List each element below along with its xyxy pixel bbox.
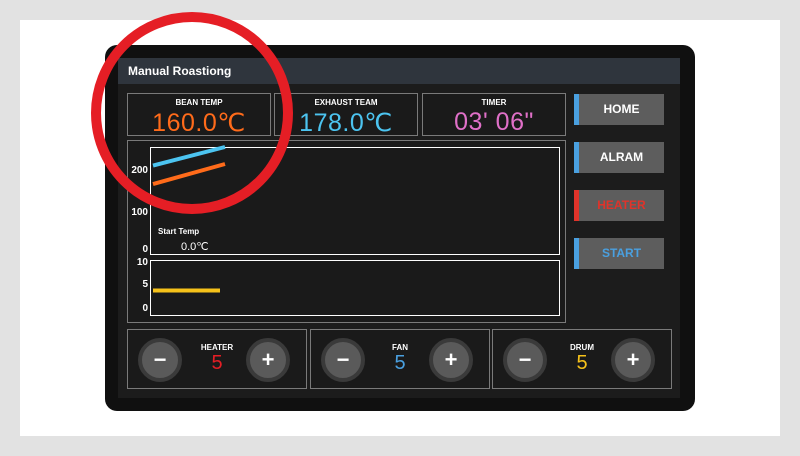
heater-level-value: 5 xyxy=(211,352,223,374)
fan-control: − FAN 5 + xyxy=(310,329,490,389)
fan-minus-button[interactable]: − xyxy=(321,338,365,382)
exhaust-temp-value: 178.0℃ xyxy=(299,109,393,137)
exhaust-temp-label: EXHAUST TEAM xyxy=(314,98,378,107)
fan-control-label: FAN xyxy=(392,343,408,352)
heater-control-label: HEATER xyxy=(200,343,234,352)
exhaust-temp-panel: EXHAUST TEAM 178.0℃ xyxy=(274,93,418,137)
heater-control: − HEATER 5 + xyxy=(127,329,307,389)
drum-minus-button[interactable]: − xyxy=(503,338,547,382)
drum-control: − DRUM 5 + xyxy=(492,329,672,389)
fan-plus-button[interactable]: + xyxy=(429,338,473,382)
timer-panel: TIMER 03' 06" xyxy=(422,93,566,136)
start-button[interactable]: START xyxy=(574,238,664,269)
heater-minus-button[interactable]: − xyxy=(138,338,182,382)
heater-plus-button[interactable]: + xyxy=(246,338,290,382)
timer-value: 03' 06" xyxy=(454,108,534,136)
home-button[interactable]: HOME xyxy=(574,94,664,125)
alarm-button[interactable]: ALRAM xyxy=(574,142,664,173)
drum-plus-button[interactable]: + xyxy=(611,338,655,382)
timer-label: TIMER xyxy=(481,98,507,107)
highlight-circle xyxy=(91,12,293,214)
heater-button[interactable]: HEATER xyxy=(574,190,664,221)
fan-level-value: 5 xyxy=(394,352,406,374)
drum-level-value: 5 xyxy=(576,352,588,374)
drum-control-label: DRUM xyxy=(570,343,594,352)
